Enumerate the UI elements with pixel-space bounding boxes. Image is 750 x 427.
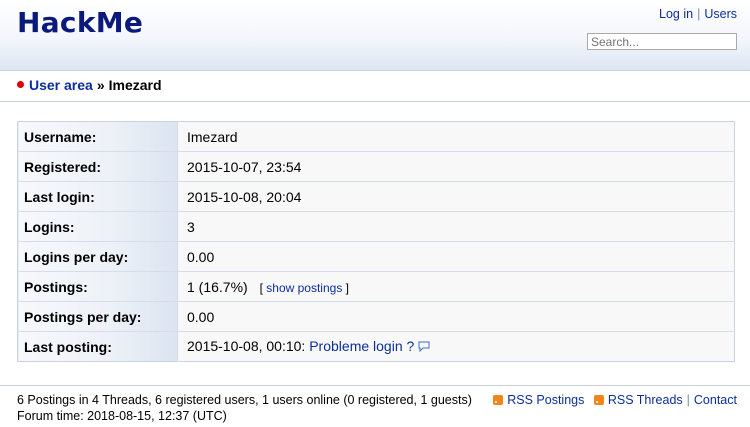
rss-icon bbox=[593, 395, 604, 405]
users-link[interactable]: Users bbox=[704, 7, 737, 21]
speech-bubble-icon bbox=[418, 339, 430, 355]
show-postings-bracket-open: [ bbox=[259, 280, 263, 295]
show-postings-link[interactable]: show postings bbox=[266, 281, 342, 295]
row-value-last-login: 2015-10-08, 20:04 bbox=[177, 181, 735, 212]
rss-postings-link[interactable]: RSS Postings bbox=[507, 393, 584, 407]
row-value-postings: 1 (16.7%) bbox=[187, 278, 248, 295]
forum-stats: 6 Postings in 4 Threads, 6 registered us… bbox=[17, 393, 472, 407]
row-value-last-posting-cell: 2015-10-08, 00:10: Probleme login ? bbox=[177, 331, 735, 362]
site-footer: 6 Postings in 4 Threads, 6 registered us… bbox=[0, 385, 750, 427]
login-link[interactable]: Log in bbox=[659, 7, 693, 21]
forum-time: Forum time: 2018-08-15, 12:37 (UTC) bbox=[17, 409, 227, 423]
row-label-username: Username: bbox=[17, 121, 178, 152]
row-value-postings-cell: 1 (16.7%) [ show postings ] bbox=[177, 271, 735, 302]
table-row: Username: Imezard bbox=[17, 121, 735, 152]
red-dot-icon bbox=[17, 81, 24, 88]
table-row: Last posting: 2015-10-08, 00:10: Problem… bbox=[17, 331, 735, 362]
table-row: Postings per day: 0.00 bbox=[17, 301, 735, 332]
rss-threads-link[interactable]: RSS Threads bbox=[608, 393, 683, 407]
table-row: Last login: 2015-10-08, 20:04 bbox=[17, 181, 735, 212]
table-row: Logins per day: 0.00 bbox=[17, 241, 735, 272]
show-postings-wrapper: [ show postings ] bbox=[260, 281, 349, 295]
row-label-postings-per-day: Postings per day: bbox=[17, 301, 178, 332]
site-logo[interactable]: HackMe bbox=[17, 6, 143, 39]
user-profile-table: Username: Imezard Registered: 2015-10-07… bbox=[17, 121, 735, 362]
breadcrumb: User area» Imezard bbox=[17, 77, 162, 93]
row-label-logins: Logins: bbox=[17, 211, 178, 242]
row-label-last-login: Last login: bbox=[17, 181, 178, 212]
show-postings-bracket-close: ] bbox=[345, 280, 350, 295]
last-posting-link[interactable]: Probleme login ? bbox=[309, 338, 414, 354]
row-label-registered: Registered: bbox=[17, 151, 178, 182]
rss-icon bbox=[493, 395, 504, 405]
breadcrumb-arrow: » bbox=[96, 77, 105, 93]
row-value-username: Imezard bbox=[177, 121, 735, 152]
breadcrumb-bar: User area» Imezard bbox=[0, 71, 750, 102]
top-links-separator: | bbox=[697, 7, 701, 21]
table-row: Logins: 3 bbox=[17, 211, 735, 242]
search-input[interactable] bbox=[587, 33, 737, 50]
row-value-logins: 3 bbox=[177, 211, 735, 242]
contact-link[interactable]: Contact bbox=[694, 393, 737, 407]
top-links: Log in | Users bbox=[659, 7, 737, 21]
breadcrumb-current: Imezard bbox=[108, 77, 162, 93]
row-value-logins-per-day: 0.00 bbox=[177, 241, 735, 272]
footer-links: RSS Postings RSS Threads | Contact bbox=[493, 393, 737, 407]
row-label-logins-per-day: Logins per day: bbox=[17, 241, 178, 272]
row-value-registered: 2015-10-07, 23:54 bbox=[177, 151, 735, 182]
row-label-postings: Postings: bbox=[17, 271, 178, 302]
row-value-postings-per-day: 0.00 bbox=[177, 301, 735, 332]
footer-separator: | bbox=[686, 393, 690, 407]
table-row: Postings: 1 (16.7%) [ show postings ] bbox=[17, 271, 735, 302]
row-label-last-posting: Last posting: bbox=[17, 331, 178, 362]
breadcrumb-user-area-link[interactable]: User area bbox=[29, 77, 93, 93]
table-row: Registered: 2015-10-07, 23:54 bbox=[17, 151, 735, 182]
site-header: HackMe Log in | Users bbox=[0, 0, 750, 71]
row-value-last-posting: 2015-10-08, 00:10: bbox=[187, 338, 306, 354]
